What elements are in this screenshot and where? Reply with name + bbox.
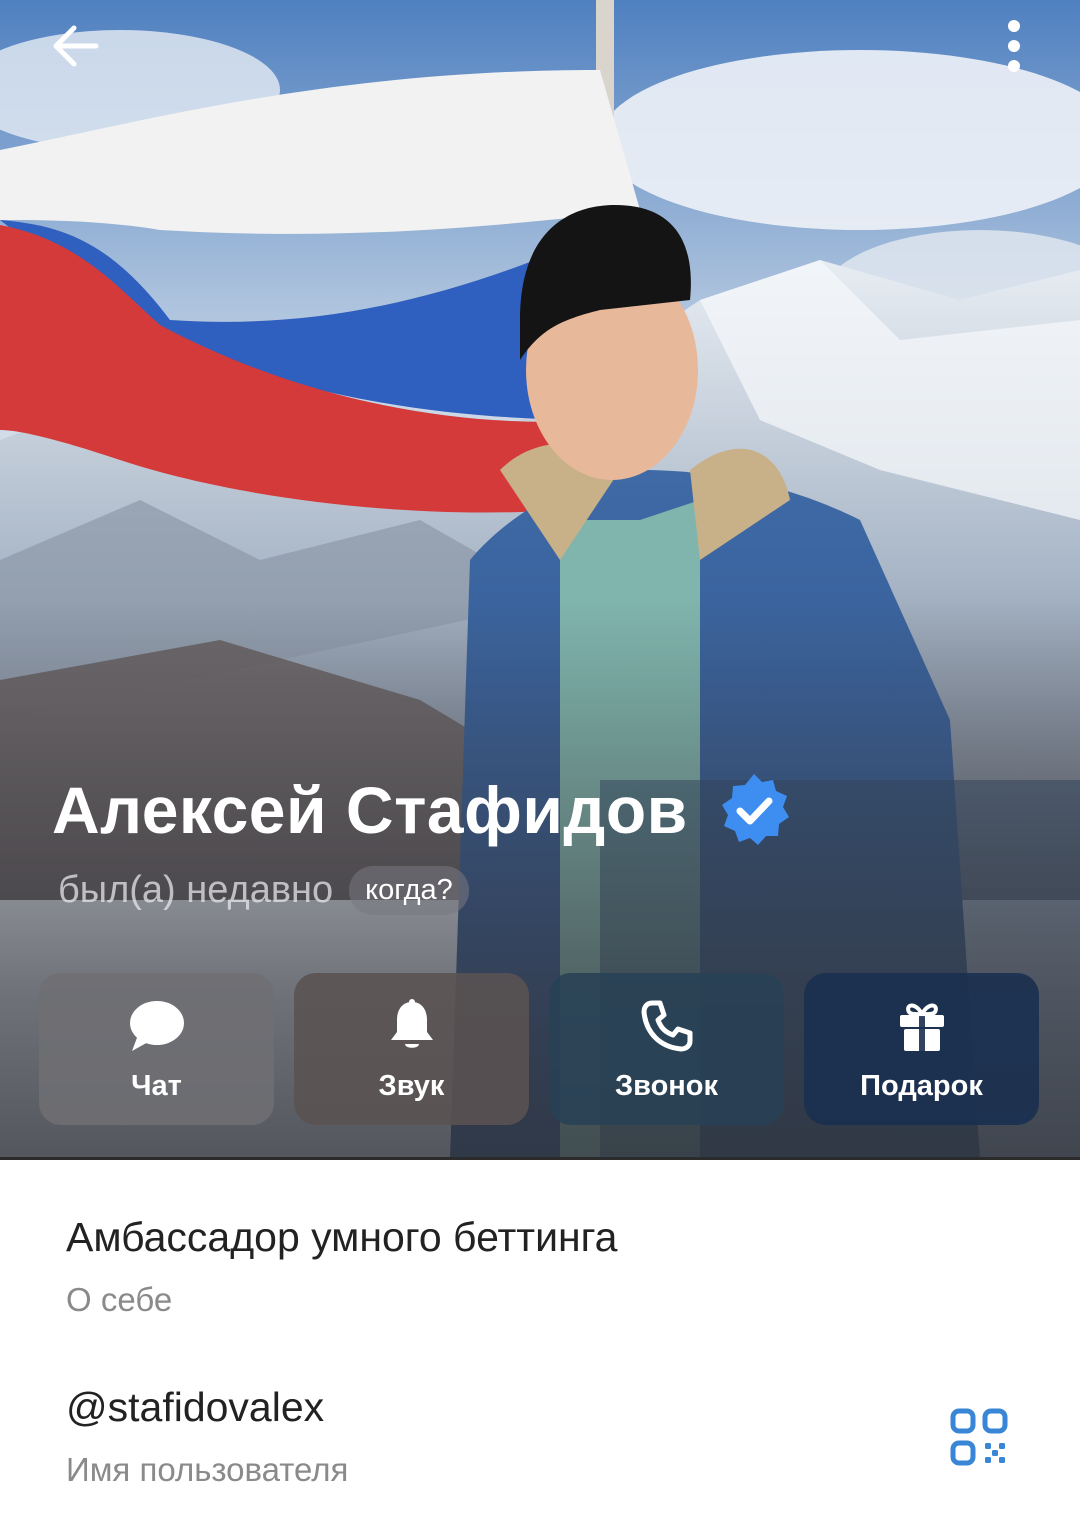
profile-name-row: Алексей Стафидов <box>52 770 794 850</box>
when-button[interactable]: когда? <box>349 866 469 915</box>
arrow-left-icon <box>53 25 99 67</box>
back-button[interactable] <box>40 10 112 82</box>
chat-button[interactable]: Чат <box>39 973 274 1125</box>
gift-button[interactable]: Подарок <box>804 973 1039 1125</box>
sound-button-label: Звук <box>378 1069 445 1102</box>
qr-code-button[interactable] <box>950 1408 1008 1466</box>
status-row: был(а) недавно когда? <box>58 866 469 915</box>
qr-code-icon <box>950 1408 1008 1466</box>
bio-label: О себе <box>66 1281 173 1318</box>
gift-button-label: Подарок <box>860 1069 983 1102</box>
call-button[interactable]: Звонок <box>549 973 784 1125</box>
last-seen-status: был(а) недавно <box>58 869 334 911</box>
username-text: @stafidovalex <box>66 1384 325 1430</box>
profile-name: Алексей Стафидов <box>52 773 688 847</box>
username-label: Имя пользователя <box>66 1451 349 1488</box>
sound-button[interactable]: Звук <box>294 973 529 1125</box>
chat-bubble-icon <box>129 1000 184 1051</box>
more-vertical-icon <box>1008 20 1020 72</box>
gift-icon <box>899 1003 944 1051</box>
call-button-label: Звонок <box>614 1069 719 1102</box>
action-buttons: Чат Звук Звонок Подарок <box>39 973 1039 1125</box>
bio-text: Амбассадор умного беттинга <box>66 1214 618 1260</box>
phone-icon <box>641 1000 692 1051</box>
username-section[interactable]: @stafidovalex Имя пользователя <box>66 1384 348 1489</box>
verified-badge-icon[interactable] <box>714 770 794 850</box>
more-options-button[interactable] <box>978 10 1050 82</box>
chat-button-label: Чат <box>131 1069 182 1102</box>
header-divider <box>0 1157 1080 1160</box>
bio-section[interactable]: Амбассадор умного беттинга О себе <box>66 1214 617 1319</box>
bell-icon <box>390 998 433 1048</box>
profile-header: Алексей Стафидов был(а) недавно когда? Ч… <box>0 0 1080 1158</box>
